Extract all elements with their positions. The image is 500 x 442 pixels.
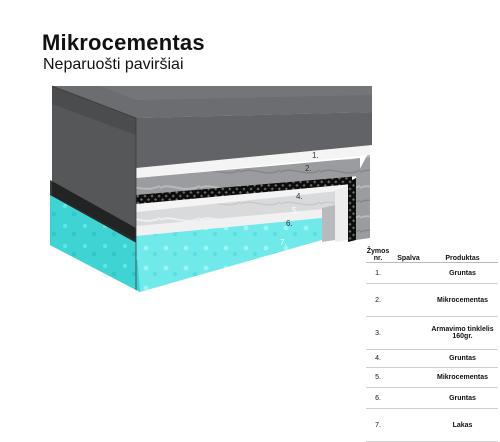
legend-row-product: Gruntas [427, 262, 498, 284]
diagram-label-4: 4. [296, 192, 303, 201]
diagram-label-1: 1. [312, 151, 319, 160]
legend-row-product: Lakas [427, 408, 498, 442]
legend-row: 2. Mikrocementas [366, 283, 498, 317]
legend-row-product: Mikrocementas [427, 367, 498, 388]
legend-header-color: Spalva [390, 238, 427, 263]
legend-row-product: Mikrocementas [427, 283, 498, 317]
diagram-label-5: 5. [292, 206, 299, 215]
legend-header-row: Žymos nr. Spalva Produktas [366, 238, 498, 263]
diagram-label-7: 7. [280, 238, 287, 247]
legend-row-number: 2. [366, 283, 390, 317]
legend-row-swatch [390, 316, 427, 350]
legend-row-product: Gruntas [427, 387, 498, 409]
legend-row-number: 7. [366, 408, 390, 442]
legend-row-number: 5. [366, 367, 390, 388]
diagram-label-6: 6. [286, 219, 293, 228]
legend-header-product: Produktas [427, 238, 498, 263]
legend-row-swatch [390, 387, 427, 409]
legend-row: 1. Gruntas [366, 262, 498, 284]
legend-row-number: 6. [366, 387, 390, 409]
legend-row-swatch [390, 262, 427, 284]
legend-row-swatch [390, 408, 427, 442]
legend-row-number: 1. [366, 262, 390, 284]
legend-row-swatch [390, 283, 427, 317]
legend-row-swatch [390, 367, 427, 388]
legend-row-number: 4. [366, 349, 390, 368]
legend-row: 5. Mikrocementas [366, 367, 498, 388]
legend-header-number: Žymos nr. [366, 238, 390, 263]
legend-row-product: Armavimo tinklelis 160gr. [427, 316, 498, 350]
legend-row: 4. Gruntas [366, 349, 498, 368]
legend-row: 3. Armavimo tinklelis 160gr. [366, 316, 498, 350]
legend-row-number: 3. [366, 316, 390, 350]
legend-row-product: Gruntas [427, 349, 498, 368]
legend-row-swatch [390, 349, 427, 368]
diagram-label-2: 2. [305, 164, 312, 173]
legend-row: 7. Lakas [366, 408, 498, 442]
legend-row: 6. Gruntas [366, 387, 498, 409]
legend-table: Žymos nr. Spalva Produktas 1. Gruntas 2.… [366, 238, 498, 442]
